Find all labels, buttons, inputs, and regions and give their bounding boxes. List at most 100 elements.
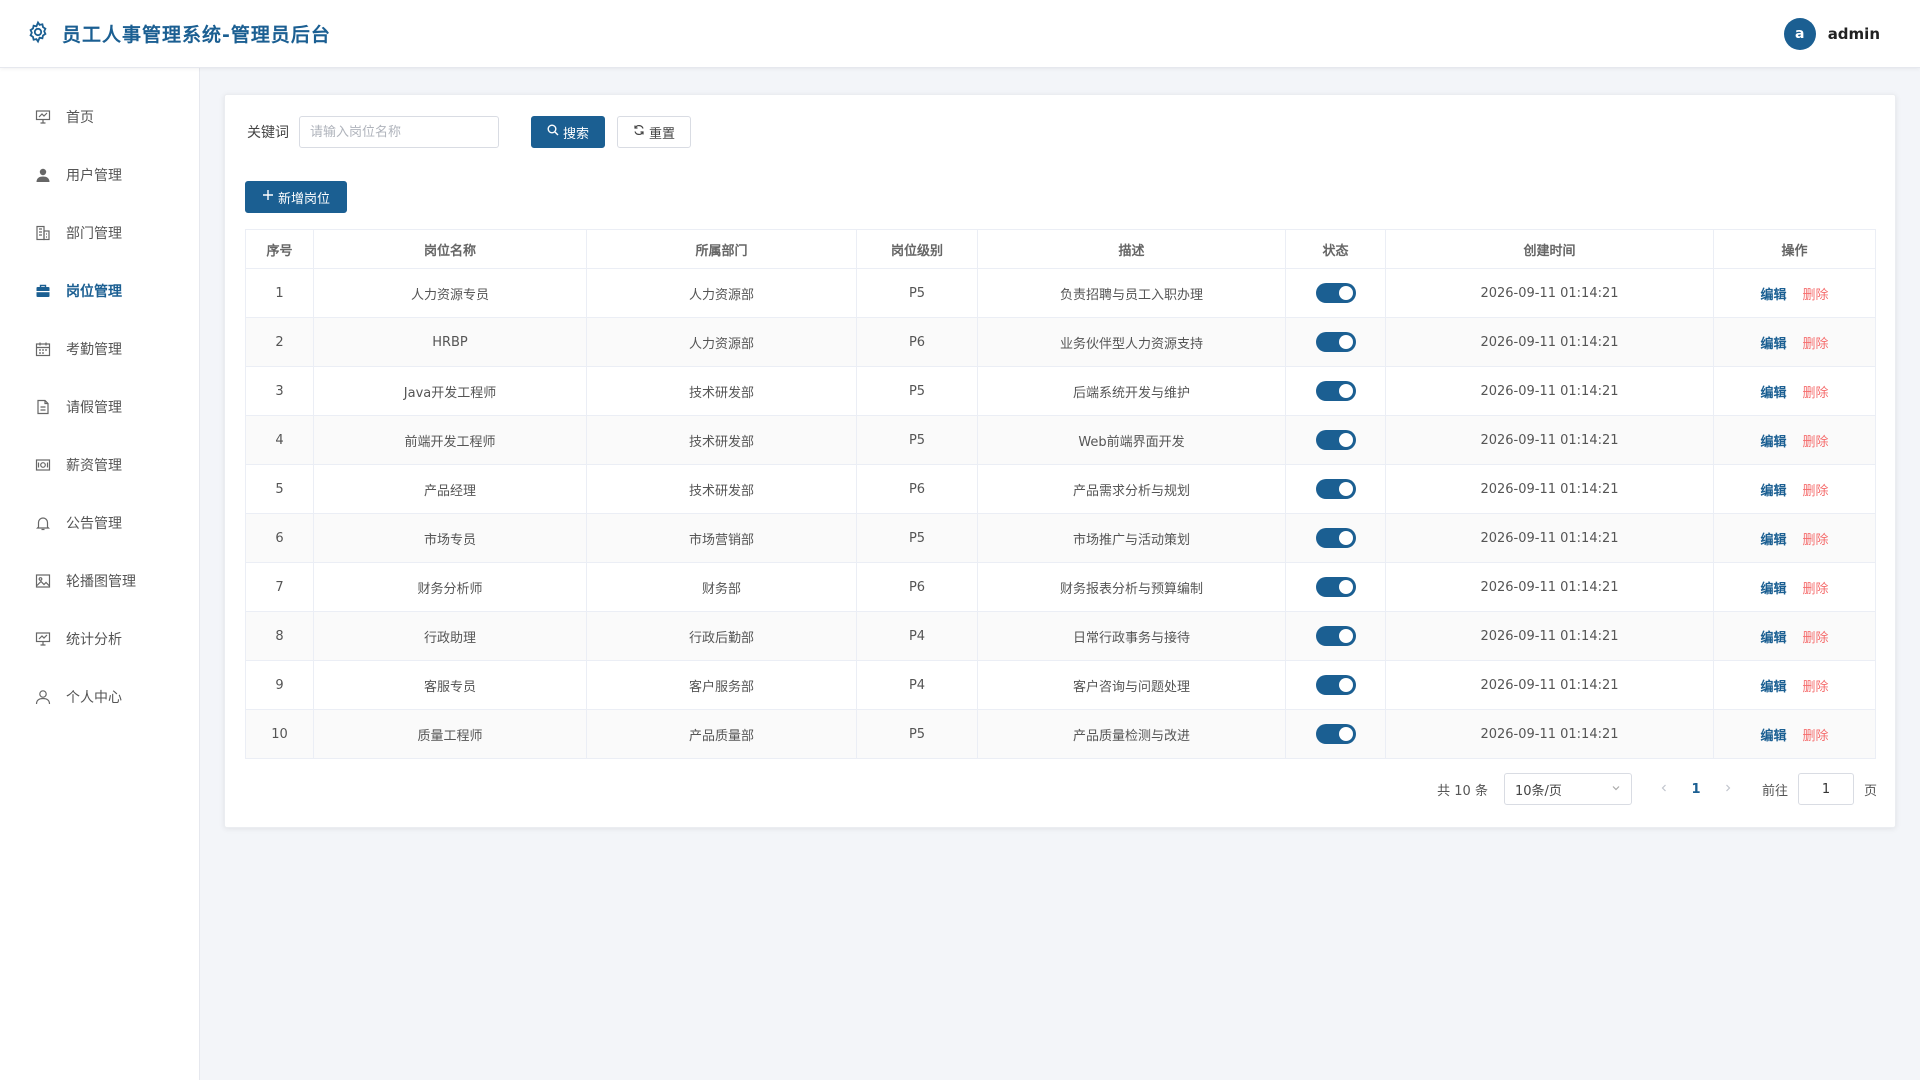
cell-status — [1285, 366, 1386, 416]
chevron-right-icon — [1726, 784, 1731, 791]
image-icon — [34, 572, 52, 590]
username[interactable]: admin — [1828, 25, 1880, 43]
sidebar-item-home[interactable]: 首页 — [0, 88, 199, 146]
table-row: 1 人力资源专员 人力资源部 P5 负责招聘与员工入职办理 2026-09-11… — [245, 268, 1876, 318]
status-toggle[interactable] — [1315, 479, 1356, 499]
cell-no: 9 — [245, 660, 314, 710]
cell-name: 客服专员 — [313, 660, 587, 710]
delete-link[interactable]: 删除 — [1803, 582, 1829, 597]
delete-link[interactable]: 删除 — [1803, 631, 1829, 646]
goto-page-input[interactable] — [1797, 773, 1854, 805]
cell-desc: 后端系统开发与维护 — [977, 366, 1286, 416]
keyword-label: 关键词 — [247, 125, 289, 141]
cell-actions: 编辑 删除 — [1713, 513, 1876, 563]
column-header-desc: 描述 — [977, 229, 1286, 269]
table-row: 8 行政助理 行政后勤部 P4 日常行政事务与接待 2026-09-11 01:… — [245, 611, 1876, 661]
cell-created: 2026-09-11 01:14:21 — [1385, 513, 1714, 563]
edit-link[interactable]: 编辑 — [1760, 582, 1786, 597]
edit-link[interactable]: 编辑 — [1760, 288, 1786, 303]
sidebar-item-label: 用户管理 — [66, 168, 122, 184]
status-toggle[interactable] — [1315, 283, 1356, 303]
edit-link[interactable]: 编辑 — [1760, 386, 1786, 401]
status-toggle[interactable] — [1315, 430, 1356, 450]
sidebar-item-statistics[interactable]: 统计分析 — [0, 610, 199, 668]
cell-level: P5 — [856, 415, 978, 465]
cell-created: 2026-09-11 01:14:21 — [1385, 415, 1714, 465]
cell-status — [1285, 611, 1386, 661]
next-page-button[interactable] — [1716, 782, 1740, 797]
status-toggle[interactable] — [1315, 528, 1356, 548]
status-toggle[interactable] — [1315, 724, 1356, 744]
edit-link[interactable]: 编辑 — [1760, 484, 1786, 499]
page-size-select[interactable]: 10条/页 — [1503, 773, 1632, 805]
cell-dept: 财务部 — [586, 562, 857, 612]
cell-dept: 市场营销部 — [586, 513, 857, 563]
cell-status — [1285, 268, 1386, 318]
edit-link[interactable]: 编辑 — [1760, 337, 1786, 352]
sidebar-item-leave[interactable]: 请假管理 — [0, 378, 199, 436]
delete-link[interactable]: 删除 — [1803, 288, 1829, 303]
delete-link[interactable]: 删除 — [1803, 680, 1829, 695]
reset-button[interactable]: 重置 — [617, 116, 691, 148]
search-button[interactable]: 搜索 — [531, 116, 605, 148]
sidebar-item-attendance[interactable]: 考勤管理 — [0, 320, 199, 378]
cell-actions: 编辑 删除 — [1713, 562, 1876, 612]
delete-link[interactable]: 删除 — [1803, 729, 1829, 744]
search-button-label: 搜索 — [562, 126, 589, 142]
positions-table: 序号 岗位名称 所属部门 岗位级别 描述 状态 创建时间 操作 1 人力资源专员… — [245, 229, 1876, 759]
edit-link[interactable]: 编辑 — [1760, 680, 1786, 695]
sidebar-item-label: 个人中心 — [66, 690, 122, 706]
calendar-icon — [34, 340, 52, 358]
page-number-current[interactable]: 1 — [1676, 782, 1716, 797]
edit-link[interactable]: 编辑 — [1760, 435, 1786, 450]
cell-status — [1285, 709, 1386, 759]
sidebar-item-positions[interactable]: 岗位管理 — [0, 262, 199, 320]
table-row: 4 前端开发工程师 技术研发部 P5 Web前端界面开发 2026-09-11 … — [245, 415, 1876, 465]
edit-link[interactable]: 编辑 — [1760, 533, 1786, 548]
cell-name: 行政助理 — [313, 611, 587, 661]
cell-status — [1285, 464, 1386, 514]
table-row: 9 客服专员 客户服务部 P4 客户咨询与问题处理 2026-09-11 01:… — [245, 660, 1876, 710]
cell-level: P5 — [856, 709, 978, 759]
cell-no: 7 — [245, 562, 314, 612]
status-toggle[interactable] — [1315, 675, 1356, 695]
delete-link[interactable]: 删除 — [1803, 484, 1829, 499]
cell-desc: 日常行政事务与接待 — [977, 611, 1286, 661]
bell-icon — [34, 514, 52, 532]
sidebar-item-carousel[interactable]: 轮播图管理 — [0, 552, 199, 610]
edit-link[interactable]: 编辑 — [1760, 631, 1786, 646]
delete-link[interactable]: 删除 — [1803, 435, 1829, 450]
status-toggle[interactable] — [1315, 577, 1356, 597]
cell-status — [1285, 415, 1386, 465]
status-toggle[interactable] — [1315, 381, 1356, 401]
table-row: 6 市场专员 市场营销部 P5 市场推广与活动策划 2026-09-11 01:… — [245, 513, 1876, 563]
status-toggle[interactable] — [1315, 332, 1356, 352]
delete-link[interactable]: 删除 — [1803, 533, 1829, 548]
cell-desc: Web前端界面开发 — [977, 415, 1286, 465]
delete-link[interactable]: 删除 — [1803, 386, 1829, 401]
edit-link[interactable]: 编辑 — [1760, 729, 1786, 744]
add-position-button[interactable]: 新增岗位 — [245, 181, 347, 213]
top-header: 员工人事管理系统-管理员后台 a admin — [0, 0, 1920, 68]
delete-link[interactable]: 删除 — [1803, 337, 1829, 352]
add-position-label: 新增岗位 — [277, 191, 330, 207]
sidebar-item-users[interactable]: 用户管理 — [0, 146, 199, 204]
keyword-input[interactable] — [299, 116, 499, 148]
presentation-board-icon — [34, 108, 52, 126]
cell-name: Java开发工程师 — [313, 366, 587, 416]
cell-desc: 负责招聘与员工入职办理 — [977, 268, 1286, 318]
cell-name: 产品经理 — [313, 464, 587, 514]
sidebar-item-departments[interactable]: 部门管理 — [0, 204, 199, 262]
sidebar-item-announcements[interactable]: 公告管理 — [0, 494, 199, 552]
cell-dept: 人力资源部 — [586, 317, 857, 367]
avatar[interactable]: a — [1783, 17, 1816, 50]
table-row: 7 财务分析师 财务部 P6 财务报表分析与预算编制 2026-09-11 01… — [245, 562, 1876, 612]
prev-page-button[interactable] — [1652, 782, 1676, 797]
sidebar-item-salary[interactable]: 薪资管理 — [0, 436, 199, 494]
user-menu[interactable]: a admin — [1783, 17, 1880, 50]
status-toggle[interactable] — [1315, 626, 1356, 646]
cell-actions: 编辑 删除 — [1713, 366, 1876, 416]
cell-name: HRBP — [313, 317, 587, 367]
cell-created: 2026-09-11 01:14:21 — [1385, 562, 1714, 612]
sidebar-item-profile[interactable]: 个人中心 — [0, 668, 199, 726]
